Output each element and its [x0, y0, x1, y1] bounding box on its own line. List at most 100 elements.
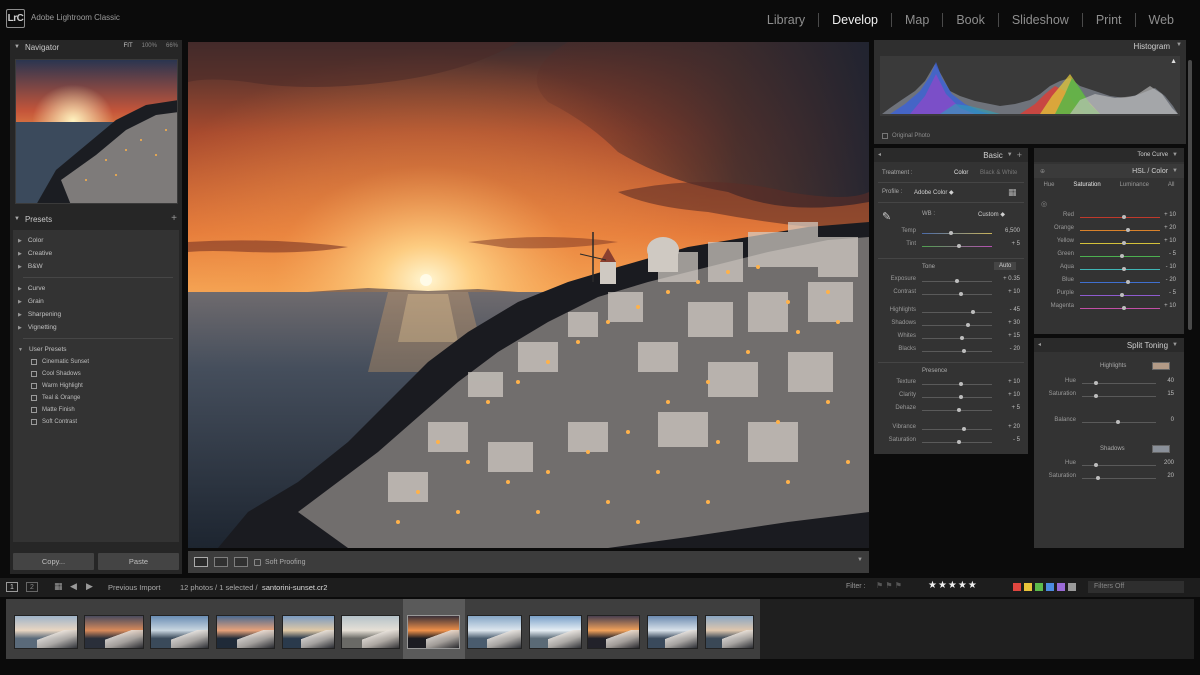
add-icon[interactable]: + — [1017, 150, 1022, 160]
preset-group-grain[interactable]: ▶ Grain — [13, 295, 179, 308]
slider-thumb[interactable] — [1126, 280, 1130, 284]
filmstrip-thumbnail[interactable] — [647, 615, 698, 649]
filters-off-dropdown[interactable]: Filters Off — [1088, 581, 1184, 593]
slider-thumb[interactable] — [1122, 267, 1126, 271]
slider-thumb[interactable] — [949, 231, 953, 235]
grid-view-icon[interactable]: ▦ — [54, 581, 63, 592]
hsl-slider-yellow[interactable]: Yellow + 10 — [1034, 238, 1184, 248]
filmstrip-thumbnail[interactable] — [407, 615, 460, 649]
hsl-header[interactable]: ⊕ HSL / Color ▼ — [1034, 164, 1184, 178]
tone-slider-shadows[interactable]: Shadows + 30 — [874, 320, 1028, 330]
auto-tone-button[interactable]: Auto — [994, 262, 1017, 270]
slider-value[interactable]: + 10 — [1164, 303, 1176, 309]
slider-value[interactable]: - 5 — [1013, 437, 1020, 443]
tab-hue[interactable]: Hue — [1043, 182, 1054, 194]
tone-slider-contrast[interactable]: Contrast + 10 — [874, 289, 1028, 299]
hsl-slider-green[interactable]: Green - 5 — [1034, 251, 1184, 261]
slider-value[interactable]: + 10 — [1008, 289, 1020, 295]
preset-group-bw[interactable]: ▶ B&W — [13, 260, 179, 273]
slider-value[interactable]: + 5 — [1011, 405, 1020, 411]
module-slideshow[interactable]: Slideshow — [999, 13, 1082, 27]
main-window-button[interactable]: 1 — [6, 582, 18, 592]
tint-slider[interactable]: Tint + 5 — [874, 241, 1028, 251]
preset-item[interactable]: Cinematic Sunset — [13, 356, 179, 368]
hsl-slider-red[interactable]: Red + 10 — [1034, 212, 1184, 222]
preset-item[interactable]: Teal & Orange — [13, 392, 179, 404]
presence-slider-vibrance[interactable]: Vibrance + 20 — [874, 424, 1028, 434]
presets-header[interactable]: ▼ Presets + — [10, 212, 182, 226]
star-rating-filter[interactable]: ★★★★★ — [928, 580, 978, 591]
panel-collapse-icon[interactable]: ▼ — [1176, 42, 1182, 48]
preset-item[interactable]: Matte Finish — [13, 404, 179, 416]
panel-collapse-icon[interactable]: ▼ — [1172, 152, 1178, 158]
module-library[interactable]: Library — [754, 13, 818, 27]
slider-thumb[interactable] — [1122, 306, 1126, 310]
back-arrow-icon[interactable]: ◀ — [70, 581, 77, 592]
hsl-slider-purple[interactable]: Purple - 5 — [1034, 290, 1184, 300]
slider-thumb[interactable] — [957, 244, 961, 248]
highlights-saturation-slider[interactable]: Saturation 15 — [1034, 391, 1184, 401]
preset-group-sharpening[interactable]: ▶ Sharpening — [13, 308, 179, 321]
preset-group-user[interactable]: ▼ User Presets — [13, 343, 179, 356]
slider-value[interactable]: + 10 — [1008, 392, 1020, 398]
preset-group-creative[interactable]: ▶ Creative — [13, 247, 179, 260]
slider-thumb[interactable] — [1094, 381, 1098, 385]
slider-thumb[interactable] — [962, 427, 966, 431]
compare-view-icon[interactable] — [234, 557, 248, 567]
basic-header[interactable]: ◂ Basic ▼ + — [874, 148, 1028, 162]
module-web[interactable]: Web — [1136, 13, 1174, 27]
panel-collapse-icon[interactable]: ▼ — [1172, 342, 1178, 348]
hsl-slider-blue[interactable]: Blue - 20 — [1034, 277, 1184, 287]
color-label-filter[interactable] — [1057, 583, 1065, 591]
color-label-filter[interactable] — [1013, 583, 1021, 591]
navigator-header[interactable]: ▼ Navigator FIT 100% 66% — [10, 40, 182, 54]
slider-thumb[interactable] — [1094, 394, 1098, 398]
target-adjust-icon[interactable]: ⊕ — [1040, 168, 1045, 175]
preset-item[interactable]: Soft Contrast — [13, 416, 179, 428]
slider-thumb[interactable] — [1126, 228, 1130, 232]
color-label-filter[interactable] — [1035, 583, 1043, 591]
slider-value[interactable]: + 10 — [1164, 212, 1176, 218]
soft-proofing-toggle[interactable]: Soft Proofing — [254, 558, 305, 566]
tab-luminance[interactable]: Luminance — [1120, 182, 1149, 194]
slider-thumb[interactable] — [965, 323, 970, 327]
flag-filter-icons[interactable]: ⚑ ⚑ ⚑ — [876, 581, 902, 590]
loupe-view-icon[interactable] — [194, 557, 208, 567]
tab-saturation[interactable]: Saturation — [1073, 182, 1100, 194]
presence-slider-texture[interactable]: Texture + 10 — [874, 379, 1028, 389]
slider-value[interactable]: + 15 — [1008, 333, 1020, 339]
white-balance-picker-icon[interactable]: ✎ — [882, 210, 891, 223]
slider-thumb[interactable] — [958, 395, 963, 399]
presence-slider-dehaze[interactable]: Dehaze + 5 — [874, 405, 1028, 415]
slider-thumb[interactable] — [958, 382, 963, 386]
tone-slider-highlights[interactable]: Highlights - 45 — [874, 307, 1028, 317]
slider-value[interactable]: - 45 — [1010, 307, 1020, 313]
secondary-window-button[interactable]: 2 — [26, 582, 38, 592]
filmstrip-thumbnail[interactable] — [216, 615, 275, 649]
paste-settings-button[interactable]: Paste — [98, 553, 179, 570]
preset-group-curve[interactable]: ▶ Curve — [13, 282, 179, 295]
slider-thumb[interactable] — [1120, 254, 1124, 258]
selected-filename[interactable]: santorini-sunset.cr2 — [262, 583, 327, 592]
shadows-saturation-slider[interactable]: Saturation 20 — [1034, 473, 1184, 483]
shadows-color-swatch[interactable] — [1152, 445, 1170, 453]
highlights-hue-slider[interactable]: Hue 40 — [1034, 378, 1184, 388]
main-photo-view[interactable] — [188, 42, 869, 548]
module-develop[interactable]: Develop — [819, 13, 891, 27]
slider-value[interactable]: - 20 — [1010, 346, 1020, 352]
profile-dropdown[interactable]: Adobe Color ◆ — [914, 189, 954, 196]
slider-value[interactable]: - 5 — [1169, 290, 1176, 296]
panel-collapse-icon[interactable]: ▼ — [1172, 168, 1178, 174]
tab-all[interactable]: All — [1168, 182, 1175, 194]
slider-value[interactable]: - 5 — [1169, 251, 1176, 257]
slider-thumb[interactable] — [1122, 241, 1126, 245]
forward-arrow-icon[interactable]: ▶ — [86, 581, 93, 592]
filmstrip-thumbnail[interactable] — [282, 615, 335, 649]
highlight-clipping-icon[interactable]: ▲ — [1170, 58, 1177, 65]
preset-group-color[interactable]: ▶ Color — [13, 234, 179, 247]
panel-switch-icon[interactable]: ◂ — [878, 151, 881, 158]
presence-slider-clarity[interactable]: Clarity + 10 — [874, 392, 1028, 402]
split-toning-header[interactable]: ◂ Split Toning ▼ — [1034, 338, 1184, 352]
preset-item[interactable]: Warm Highlight — [13, 380, 179, 392]
slider-value[interactable]: - 20 — [1166, 277, 1176, 283]
